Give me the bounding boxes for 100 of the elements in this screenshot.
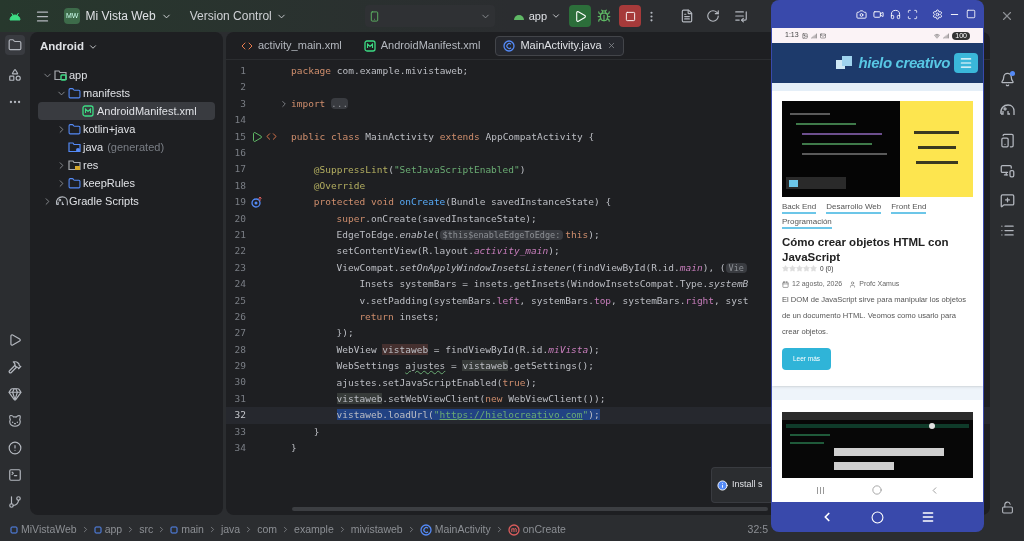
tree-label: kotlin+java bbox=[83, 121, 136, 137]
line-number: 31 bbox=[233, 391, 246, 406]
tree-item[interactable]: keepRules bbox=[38, 174, 215, 192]
problems-icon[interactable] bbox=[8, 441, 22, 455]
override-gutter-icon[interactable] bbox=[251, 196, 263, 209]
line-number: 32 bbox=[233, 408, 246, 423]
signal-icon bbox=[943, 32, 950, 39]
run-gutter-icon[interactable] bbox=[251, 130, 263, 143]
run-configuration[interactable]: app bbox=[512, 7, 562, 25]
module-icon bbox=[10, 525, 18, 534]
breadcrumb[interactable]: app bbox=[93, 521, 123, 538]
gem-icon[interactable] bbox=[8, 387, 22, 401]
running-devices-icon[interactable] bbox=[999, 163, 1015, 178]
folder-icon bbox=[68, 176, 81, 190]
tree-label: AndroidManifest.xml bbox=[97, 103, 197, 119]
close-icon[interactable] bbox=[1000, 9, 1014, 23]
wifi-icon bbox=[934, 32, 941, 39]
tree-item[interactable]: app bbox=[38, 66, 215, 84]
menu-button[interactable] bbox=[954, 53, 978, 73]
category-link[interactable]: Desarrollo Web bbox=[826, 201, 882, 214]
stop-icon bbox=[624, 10, 636, 22]
run-button[interactable] bbox=[569, 5, 592, 27]
tree-item[interactable]: java (generated) bbox=[38, 138, 215, 156]
code-line: setContentView(R.layout.activity_main); bbox=[336, 244, 560, 259]
site-logo: hielo creativo bbox=[858, 52, 950, 73]
menu-icon[interactable] bbox=[921, 510, 936, 524]
tree-item[interactable]: kotlin+java bbox=[38, 120, 215, 138]
close-tab-icon[interactable] bbox=[606, 41, 616, 50]
code-line: Insets systemBars = insets.getInsets(WindowInsetsCompat.Type.systemB bbox=[359, 277, 749, 292]
breadcrumb[interactable]: com bbox=[257, 521, 278, 538]
line-number: 20 bbox=[233, 211, 246, 226]
project-icon[interactable] bbox=[8, 38, 22, 52]
camera-icon[interactable] bbox=[856, 8, 867, 20]
resource-folder-icon bbox=[68, 159, 82, 171]
breadcrumb[interactable]: src bbox=[139, 521, 154, 538]
line-number: 1 bbox=[239, 64, 246, 79]
tree-item[interactable]: res bbox=[38, 156, 215, 174]
breadcrumb[interactable]: java bbox=[220, 521, 241, 538]
terminal-icon[interactable] bbox=[8, 468, 22, 482]
line-number: 14 bbox=[233, 113, 246, 128]
main-menu-icon[interactable] bbox=[35, 8, 50, 24]
fold-chevron-icon[interactable] bbox=[279, 98, 289, 109]
document-icon[interactable] bbox=[680, 9, 695, 23]
line-number: 26 bbox=[233, 309, 246, 324]
code-line: EdgeToEdge.enable( $this$enableEdgeToEdge: this); bbox=[336, 228, 600, 243]
maximize-icon[interactable] bbox=[966, 9, 976, 19]
code-line: vistaweb.setWebViewClient(new WebViewClient()); bbox=[336, 392, 606, 406]
line-number: 30 bbox=[233, 375, 246, 390]
code-line: return insets; bbox=[359, 310, 440, 325]
breadcrumb[interactable]: example bbox=[294, 521, 334, 538]
tree-label: res bbox=[83, 157, 99, 173]
category-link[interactable]: Front End bbox=[891, 201, 927, 214]
signal-icon bbox=[810, 32, 817, 39]
logcat-icon[interactable] bbox=[8, 414, 22, 428]
lock-icon[interactable] bbox=[1000, 501, 1014, 514]
manifest-icon bbox=[82, 105, 94, 117]
play-icon bbox=[573, 9, 587, 23]
git-icon[interactable] bbox=[8, 495, 22, 509]
tree-item[interactable]: AndroidManifest.xml bbox=[38, 102, 215, 120]
line-number: 18 bbox=[233, 178, 246, 193]
video-icon[interactable] bbox=[873, 8, 884, 20]
breadcrumb[interactable]: MiVistaWeb bbox=[10, 521, 77, 538]
headphones-icon[interactable] bbox=[890, 8, 901, 20]
tree-item[interactable]: Gradle Scripts bbox=[38, 192, 215, 210]
breadcrumb[interactable]: main bbox=[170, 521, 204, 538]
list-icon[interactable] bbox=[999, 223, 1015, 238]
device-mirroring-icon[interactable] bbox=[999, 193, 1015, 208]
settings-icon[interactable] bbox=[932, 8, 943, 20]
category-link[interactable]: Back End bbox=[782, 201, 817, 214]
fullscreen-icon[interactable] bbox=[907, 8, 918, 20]
breadcrumb[interactable]: mivistaweb bbox=[350, 521, 403, 538]
run-tool-icon[interactable] bbox=[8, 333, 22, 347]
build-icon[interactable] bbox=[8, 360, 22, 374]
breadcrumb[interactable]: onCreate bbox=[507, 521, 566, 538]
rotate-icon[interactable] bbox=[706, 9, 721, 23]
method-icon bbox=[507, 523, 520, 536]
code-line: super.onCreate(savedInstanceState); bbox=[336, 211, 537, 226]
tree-item[interactable]: manifests bbox=[38, 84, 215, 102]
project-view-dropdown[interactable]: Android bbox=[30, 38, 223, 56]
line-number: 16 bbox=[233, 146, 246, 160]
notifications-icon[interactable] bbox=[999, 72, 1015, 87]
editor-tab[interactable]: AndroidManifest.xml bbox=[356, 35, 488, 56]
tree-label: manifests bbox=[83, 85, 131, 101]
class-icon bbox=[419, 523, 432, 536]
editor-tab[interactable]: activity_main.xml bbox=[234, 35, 349, 56]
editor-tab[interactable]: MainActivity.java bbox=[495, 35, 624, 56]
stop-button[interactable] bbox=[619, 5, 642, 27]
line-number: 24 bbox=[233, 277, 246, 292]
device-manager-icon[interactable] bbox=[999, 133, 1015, 148]
structure-icon[interactable] bbox=[8, 68, 22, 82]
info-icon bbox=[717, 479, 728, 491]
debug-icon[interactable] bbox=[597, 9, 612, 23]
module-icon bbox=[170, 525, 179, 534]
android-icon bbox=[9, 11, 21, 21]
category-link[interactable]: Programación bbox=[782, 216, 832, 229]
code-line: } bbox=[313, 424, 320, 439]
list-icon[interactable] bbox=[734, 9, 749, 23]
breadcrumb[interactable]: MainActivity bbox=[419, 521, 491, 538]
recent-apps-icon[interactable] bbox=[815, 485, 825, 495]
version-control-dropdown[interactable]: Version Control bbox=[189, 7, 287, 25]
